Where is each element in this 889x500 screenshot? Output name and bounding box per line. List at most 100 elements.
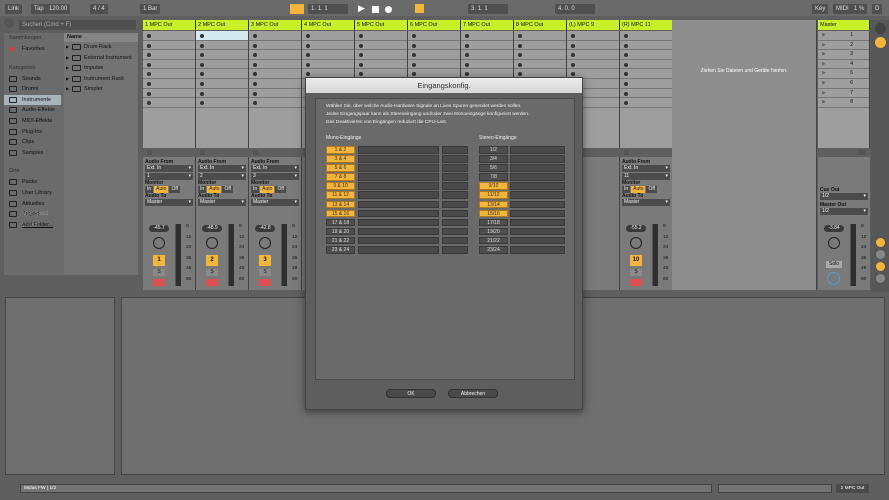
- clip-record-button-icon[interactable]: [147, 72, 151, 77]
- monitor-off-button[interactable]: Off: [222, 186, 234, 193]
- clip-slot[interactable]: [249, 79, 301, 89]
- clip-record-button-icon[interactable]: [359, 34, 363, 38]
- mono-input-left[interactable]: [358, 200, 439, 209]
- clip-record-button-icon[interactable]: [253, 72, 257, 77]
- audio-from-type-select[interactable]: Ext. In: [622, 165, 670, 172]
- mono-input-left[interactable]: [358, 182, 439, 190]
- track-activator-button[interactable]: 2: [206, 255, 218, 266]
- clip-record-button-icon[interactable]: [518, 72, 522, 77]
- clip-slot[interactable]: [408, 31, 460, 41]
- clip-slot[interactable]: [461, 60, 513, 70]
- audio-from-type-select[interactable]: Ext. In: [145, 165, 193, 172]
- io-toggle-icon[interactable]: [875, 238, 885, 247]
- monitor-in-button[interactable]: In: [198, 186, 207, 193]
- master-pan-knob-icon[interactable]: [828, 237, 840, 249]
- sends-toggle-icon[interactable]: [875, 250, 885, 259]
- clip-record-button-icon[interactable]: [359, 62, 363, 67]
- clip-record-button-icon[interactable]: [624, 91, 628, 96]
- track-header[interactable]: 5 MPC Out: [355, 20, 408, 30]
- clip-record-button-icon[interactable]: [200, 101, 204, 106]
- stop-button-icon[interactable]: [200, 150, 205, 155]
- clip-record-button-icon[interactable]: [465, 43, 469, 48]
- clip-record-button-icon[interactable]: [412, 62, 416, 67]
- mono-input-right[interactable]: [442, 218, 468, 227]
- solo-button[interactable]: S: [153, 269, 165, 276]
- monitor-off-button[interactable]: Off: [646, 186, 658, 193]
- clip-record-button-icon[interactable]: [200, 81, 204, 86]
- audio-from-channel-select[interactable]: 2: [198, 173, 246, 180]
- clip-slot[interactable]: [620, 41, 672, 51]
- clip-record-button-icon[interactable]: [253, 34, 257, 38]
- clip-record-button-icon[interactable]: [571, 53, 575, 58]
- stereo-input-toggle[interactable]: 21/22: [479, 236, 508, 245]
- scene-launch[interactable]: ▶ 2: [818, 41, 869, 51]
- stereo-input-field[interactable]: [510, 209, 565, 218]
- clip-record-button-icon[interactable]: [253, 53, 257, 58]
- clip-slot[interactable]: [143, 41, 195, 51]
- clip-record-button-icon[interactable]: [253, 101, 257, 106]
- clip-slot[interactable]: [249, 50, 301, 60]
- key-map-button[interactable]: Key: [812, 4, 829, 14]
- mono-input-right[interactable]: [442, 164, 468, 172]
- mono-input-right[interactable]: [442, 246, 468, 254]
- quantize-menu[interactable]: 1 Bar: [140, 4, 161, 14]
- track-activator-button[interactable]: 1: [153, 255, 165, 266]
- clip-record-button-icon[interactable]: [253, 91, 257, 96]
- audio-from-channel-select[interactable]: 11: [622, 173, 670, 180]
- clip-slot[interactable]: [514, 41, 566, 51]
- volume-display[interactable]: -42.8: [255, 225, 275, 232]
- expand-arrow-icon[interactable]: ▶: [66, 63, 69, 74]
- automation-arm-icon[interactable]: [415, 4, 424, 13]
- loop-length[interactable]: 4. 0. 0: [555, 4, 595, 14]
- clip-slot[interactable]: [143, 50, 195, 60]
- clip-record-button-icon[interactable]: [253, 43, 257, 48]
- clip-slot[interactable]: [196, 50, 248, 60]
- clip-record-button-icon[interactable]: [306, 34, 310, 38]
- play-icon[interactable]: ▶: [358, 3, 365, 13]
- sidebar-item-audio-effekte[interactable]: Audio-Effekte: [4, 105, 61, 116]
- cue-out-select[interactable]: 1/2: [820, 193, 868, 200]
- mono-input-toggle[interactable]: 7 & 8: [326, 173, 355, 181]
- monitor-in-button[interactable]: In: [622, 186, 631, 193]
- arm-button[interactable]: [153, 279, 165, 286]
- clip-slot[interactable]: [196, 79, 248, 89]
- clip-slot[interactable]: [567, 50, 619, 60]
- mono-input-right[interactable]: [442, 155, 468, 163]
- midi-map-button[interactable]: MIDI: [833, 4, 852, 14]
- stereo-input-toggle[interactable]: 9/10: [479, 182, 508, 190]
- clip-record-button-icon[interactable]: [253, 81, 257, 86]
- ok-button[interactable]: OK: [386, 389, 436, 398]
- scene-launch[interactable]: ▶ 3: [818, 50, 869, 60]
- stop-button-icon[interactable]: [624, 150, 629, 155]
- clip-slot[interactable]: [514, 31, 566, 41]
- stop-button-icon[interactable]: [253, 150, 258, 155]
- clip-slot[interactable]: [567, 60, 619, 70]
- clip-record-button-icon[interactable]: [518, 43, 522, 48]
- mono-input-right[interactable]: [442, 173, 468, 181]
- stereo-input-toggle[interactable]: 11/12: [479, 191, 508, 199]
- arrangement-view-icon[interactable]: [874, 37, 886, 48]
- scene-launch[interactable]: ▶ 4: [818, 60, 869, 70]
- arm-button[interactable]: [630, 279, 642, 286]
- clip-slot[interactable]: [567, 31, 619, 41]
- browser-item[interactable]: ▶ Impulse: [64, 63, 138, 74]
- scene-play-icon[interactable]: ▶: [822, 90, 826, 96]
- clip-slot[interactable]: [355, 41, 407, 51]
- sidebar-item-place[interactable]: User Library: [4, 188, 61, 199]
- mono-input-toggle[interactable]: 9 & 10: [326, 182, 355, 190]
- clip-record-button-icon[interactable]: [200, 43, 204, 48]
- stereo-input-field[interactable]: [510, 227, 565, 236]
- audio-to-select[interactable]: Master: [622, 199, 670, 206]
- clip-slot[interactable]: [620, 50, 672, 60]
- clip-slot[interactable]: [249, 98, 301, 108]
- stereo-input-toggle[interactable]: 13/14: [479, 200, 508, 209]
- mono-input-toggle[interactable]: 23 & 24: [326, 246, 355, 254]
- pan-knob-icon[interactable]: [630, 237, 642, 249]
- clip-slot[interactable]: [620, 79, 672, 89]
- track-header[interactable]: (R) MPC 11: [620, 20, 673, 30]
- solo-button[interactable]: S: [630, 269, 642, 276]
- tap-button[interactable]: Tap: [31, 4, 47, 14]
- stereo-input-toggle[interactable]: 15/16: [479, 209, 508, 218]
- monitor-in-button[interactable]: In: [251, 186, 260, 193]
- browser-item[interactable]: ▶ External Instrument: [64, 53, 138, 64]
